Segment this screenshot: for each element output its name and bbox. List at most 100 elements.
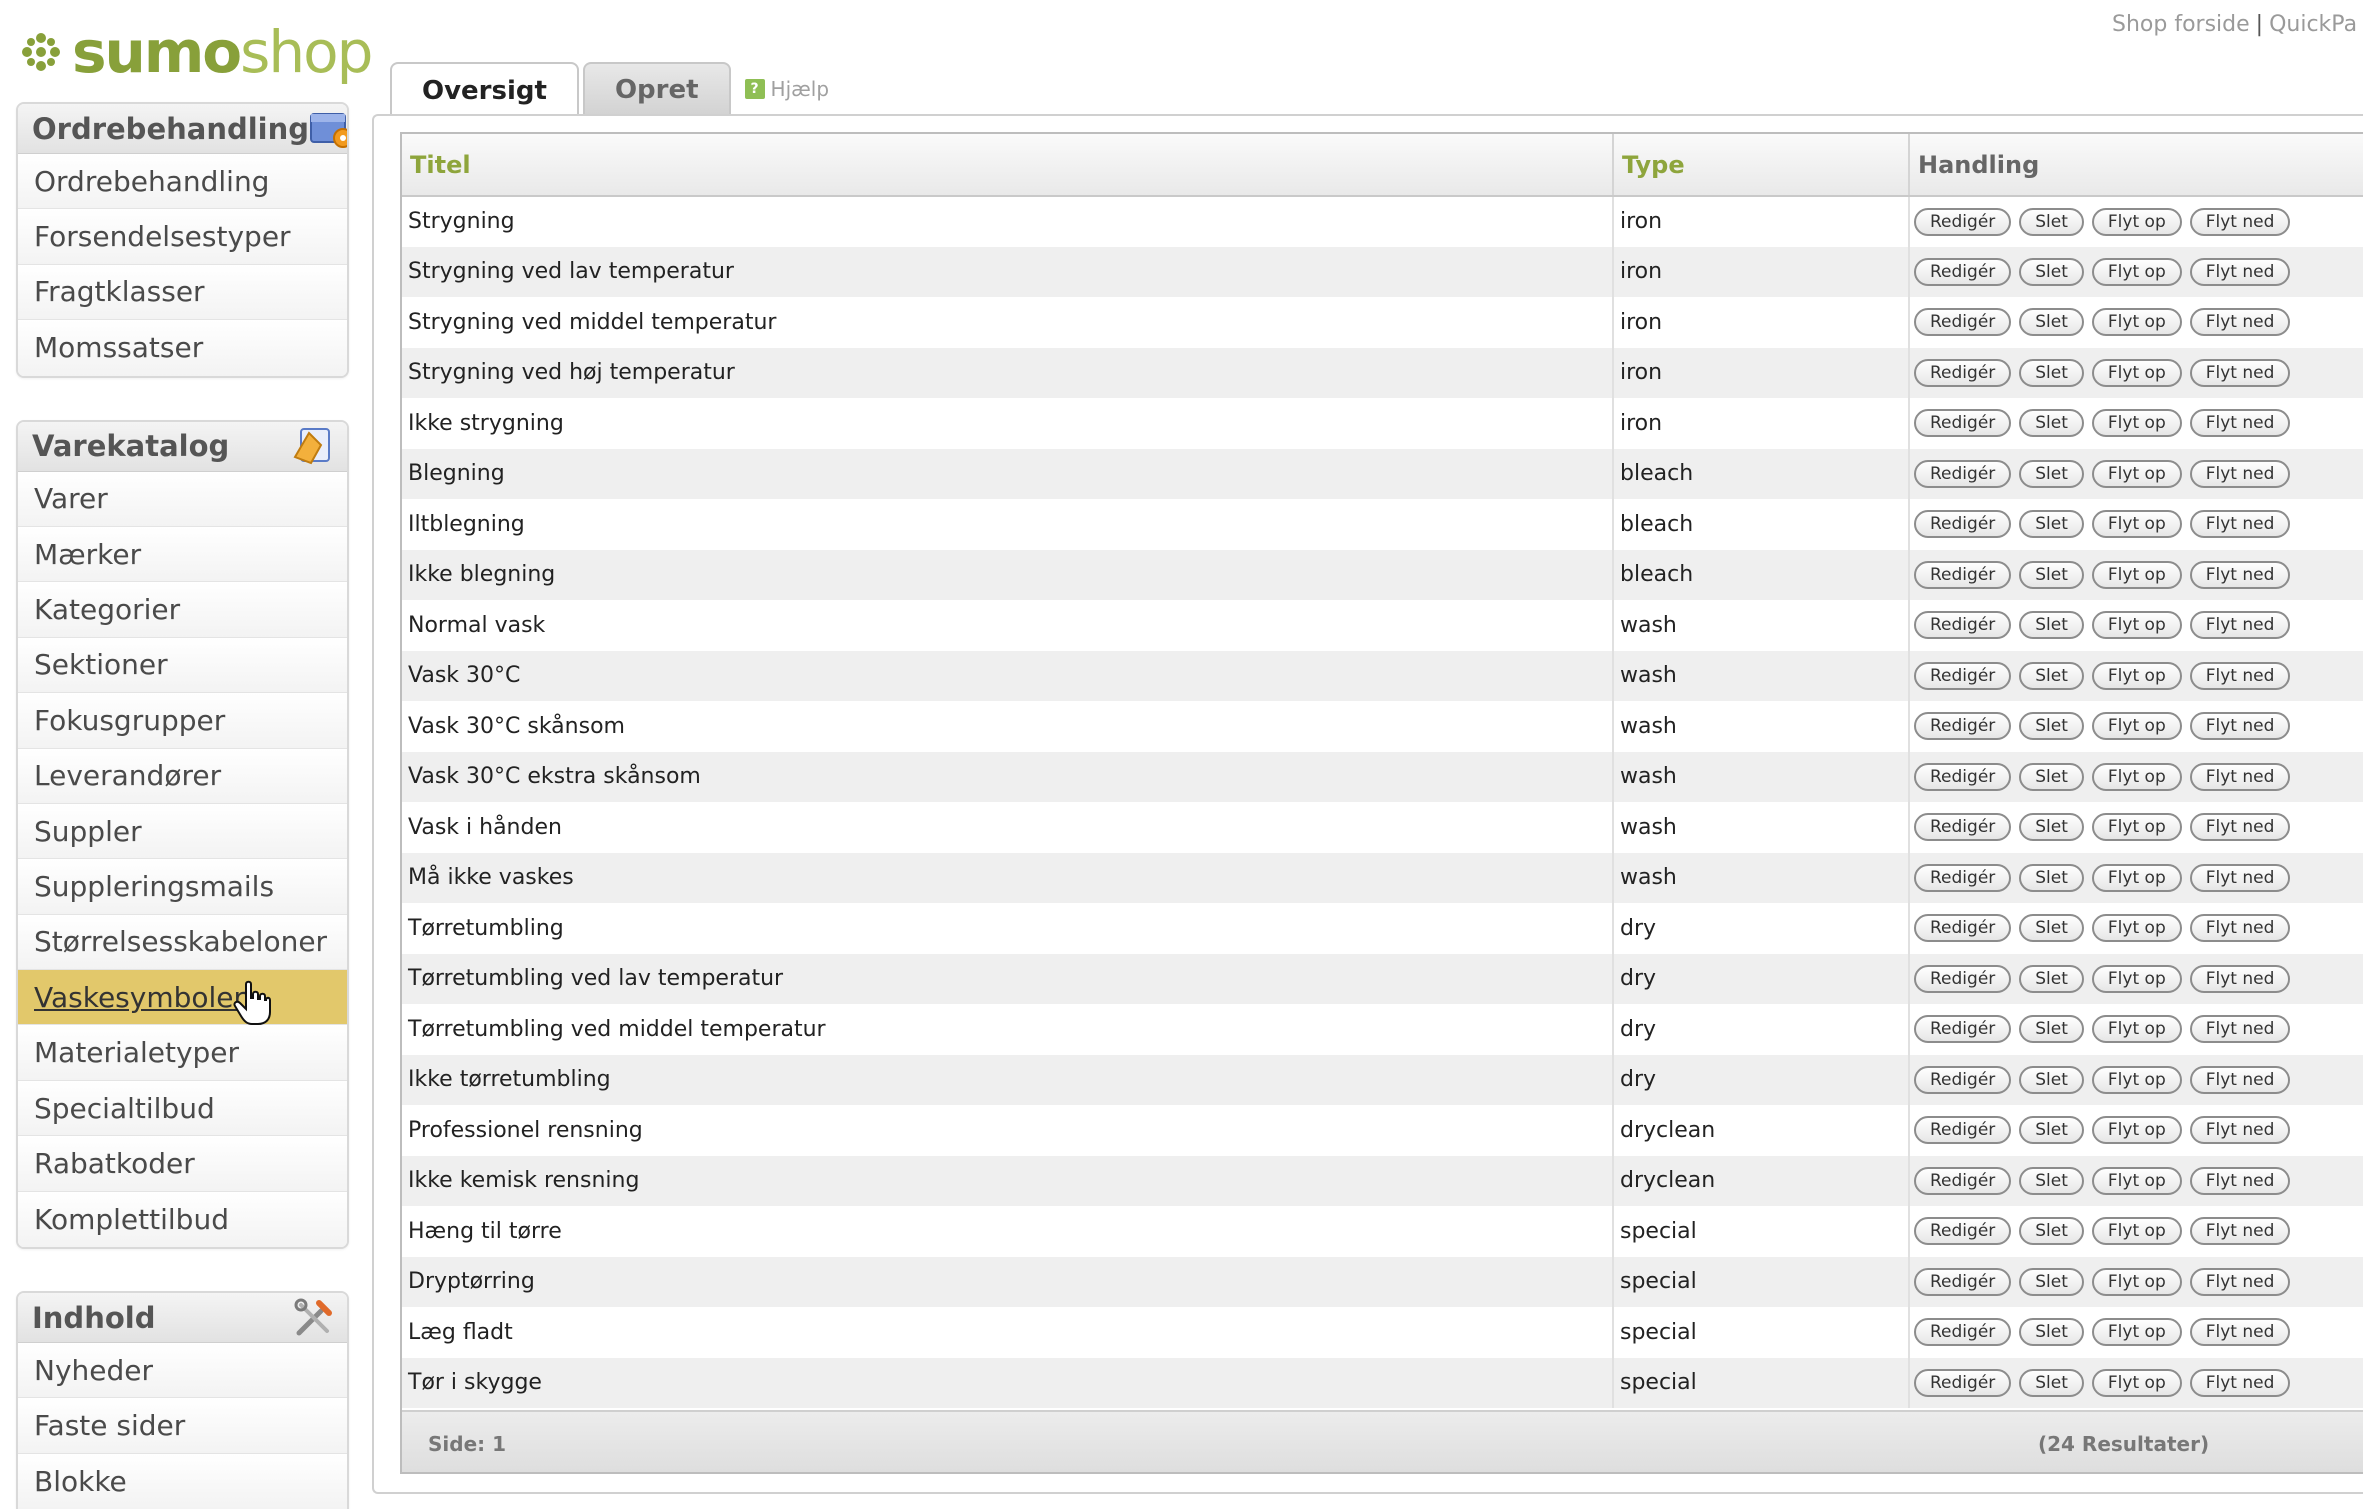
- move-up-button[interactable]: Flyt op: [2091, 1116, 2182, 1145]
- edit-button[interactable]: Redigér: [1914, 611, 2012, 640]
- delete-button[interactable]: Slet: [2019, 1166, 2084, 1195]
- move-down-button[interactable]: Flyt ned: [2189, 560, 2291, 589]
- delete-button[interactable]: Slet: [2019, 459, 2084, 488]
- sidebar-item-leverandoerer[interactable]: Leverandører: [18, 748, 347, 804]
- delete-button[interactable]: Slet: [2019, 964, 2084, 993]
- edit-button[interactable]: Redigér: [1914, 1368, 2012, 1397]
- sidebar-item-sektioner[interactable]: Sektioner: [18, 637, 347, 694]
- move-up-button[interactable]: Flyt op: [2091, 358, 2182, 387]
- edit-button[interactable]: Redigér: [1914, 257, 2012, 286]
- move-up-button[interactable]: Flyt op: [2091, 611, 2182, 640]
- move-down-button[interactable]: Flyt ned: [2189, 207, 2291, 236]
- move-down-button[interactable]: Flyt ned: [2189, 1065, 2291, 1094]
- sidebar-item-komplettilbud[interactable]: Komplettilbud: [18, 1191, 347, 1248]
- sidebar-item-kategorier[interactable]: Kategorier: [18, 582, 347, 638]
- delete-button[interactable]: Slet: [2019, 1318, 2084, 1347]
- move-down-button[interactable]: Flyt ned: [2189, 762, 2291, 791]
- column-header-type[interactable]: Type: [1612, 134, 1909, 197]
- move-down-button[interactable]: Flyt ned: [2189, 1267, 2291, 1296]
- sidebar-item-fokusgrupper[interactable]: Fokusgrupper: [18, 693, 347, 749]
- move-down-button[interactable]: Flyt ned: [2189, 409, 2291, 438]
- move-up-button[interactable]: Flyt op: [2091, 560, 2182, 589]
- delete-button[interactable]: Slet: [2019, 1267, 2084, 1296]
- sidebar-item-suppleringsmails[interactable]: Suppleringsmails: [18, 859, 347, 915]
- edit-button[interactable]: Redigér: [1914, 459, 2012, 488]
- move-down-button[interactable]: Flyt ned: [2189, 358, 2291, 387]
- edit-button[interactable]: Redigér: [1914, 1116, 2012, 1145]
- edit-button[interactable]: Redigér: [1914, 1217, 2012, 1246]
- sidebar-item-varer[interactable]: Varer: [18, 471, 347, 527]
- move-down-button[interactable]: Flyt ned: [2189, 257, 2291, 286]
- sidebar-item-forsendelsestyper[interactable]: Forsendelsestyper: [18, 209, 347, 265]
- help-link[interactable]: ? Hjælp: [735, 62, 829, 116]
- edit-button[interactable]: Redigér: [1914, 1267, 2012, 1296]
- move-up-button[interactable]: Flyt op: [2091, 762, 2182, 791]
- move-down-button[interactable]: Flyt ned: [2189, 1015, 2291, 1044]
- sidebar-item-maerker[interactable]: Mærker: [18, 526, 347, 583]
- move-up-button[interactable]: Flyt op: [2091, 1368, 2182, 1397]
- move-down-button[interactable]: Flyt ned: [2189, 813, 2291, 842]
- sidebar-item-faste-sider[interactable]: Faste sider: [18, 1398, 347, 1454]
- sidebar-item-blokke[interactable]: Blokke: [18, 1453, 347, 1509]
- sidebar-item-stoerrelsesskabeloner[interactable]: Størrelsesskabeloner: [18, 914, 347, 971]
- edit-button[interactable]: Redigér: [1914, 914, 2012, 943]
- move-down-button[interactable]: Flyt ned: [2189, 1166, 2291, 1195]
- move-down-button[interactable]: Flyt ned: [2189, 510, 2291, 539]
- move-down-button[interactable]: Flyt ned: [2189, 914, 2291, 943]
- move-down-button[interactable]: Flyt ned: [2189, 459, 2291, 488]
- move-up-button[interactable]: Flyt op: [2091, 661, 2182, 690]
- sidebar-item-momssatser[interactable]: Momssatser: [18, 320, 347, 376]
- move-up-button[interactable]: Flyt op: [2091, 1318, 2182, 1347]
- move-up-button[interactable]: Flyt op: [2091, 510, 2182, 539]
- sumoshop-logo[interactable]: sumoshop: [20, 12, 373, 92]
- edit-button[interactable]: Redigér: [1914, 207, 2012, 236]
- delete-button[interactable]: Slet: [2019, 257, 2084, 286]
- sidebar-item-specialtilbud[interactable]: Specialtilbud: [18, 1080, 347, 1137]
- edit-button[interactable]: Redigér: [1914, 1065, 2012, 1094]
- column-header-titel[interactable]: Titel: [402, 134, 1613, 197]
- delete-button[interactable]: Slet: [2019, 358, 2084, 387]
- delete-button[interactable]: Slet: [2019, 510, 2084, 539]
- move-up-button[interactable]: Flyt op: [2091, 459, 2182, 488]
- edit-button[interactable]: Redigér: [1914, 409, 2012, 438]
- delete-button[interactable]: Slet: [2019, 611, 2084, 640]
- move-up-button[interactable]: Flyt op: [2091, 409, 2182, 438]
- move-down-button[interactable]: Flyt ned: [2189, 1318, 2291, 1347]
- move-down-button[interactable]: Flyt ned: [2189, 712, 2291, 741]
- delete-button[interactable]: Slet: [2019, 1065, 2084, 1094]
- move-down-button[interactable]: Flyt ned: [2189, 308, 2291, 337]
- edit-button[interactable]: Redigér: [1914, 1166, 2012, 1195]
- move-up-button[interactable]: Flyt op: [2091, 1267, 2182, 1296]
- sidebar-item-suppler[interactable]: Suppler: [18, 803, 347, 860]
- delete-button[interactable]: Slet: [2019, 1015, 2084, 1044]
- delete-button[interactable]: Slet: [2019, 914, 2084, 943]
- move-up-button[interactable]: Flyt op: [2091, 207, 2182, 236]
- edit-button[interactable]: Redigér: [1914, 560, 2012, 589]
- move-up-button[interactable]: Flyt op: [2091, 1015, 2182, 1044]
- move-up-button[interactable]: Flyt op: [2091, 257, 2182, 286]
- sidebar-item-ordrebehandling[interactable]: Ordrebehandling: [18, 154, 347, 210]
- sidebar-item-rabatkoder[interactable]: Rabatkoder: [18, 1136, 347, 1192]
- move-up-button[interactable]: Flyt op: [2091, 712, 2182, 741]
- move-up-button[interactable]: Flyt op: [2091, 1065, 2182, 1094]
- edit-button[interactable]: Redigér: [1914, 762, 2012, 791]
- delete-button[interactable]: Slet: [2019, 762, 2084, 791]
- delete-button[interactable]: Slet: [2019, 409, 2084, 438]
- move-up-button[interactable]: Flyt op: [2091, 813, 2182, 842]
- edit-button[interactable]: Redigér: [1914, 1015, 2012, 1044]
- delete-button[interactable]: Slet: [2019, 712, 2084, 741]
- tab-oversigt[interactable]: Oversigt: [390, 62, 579, 118]
- edit-button[interactable]: Redigér: [1914, 510, 2012, 539]
- move-down-button[interactable]: Flyt ned: [2189, 863, 2291, 892]
- move-up-button[interactable]: Flyt op: [2091, 863, 2182, 892]
- move-down-button[interactable]: Flyt ned: [2189, 1368, 2291, 1397]
- edit-button[interactable]: Redigér: [1914, 308, 2012, 337]
- sidebar-item-materialetyper[interactable]: Materialetyper: [18, 1025, 347, 1081]
- move-down-button[interactable]: Flyt ned: [2189, 1217, 2291, 1246]
- delete-button[interactable]: Slet: [2019, 308, 2084, 337]
- move-down-button[interactable]: Flyt ned: [2189, 661, 2291, 690]
- edit-button[interactable]: Redigér: [1914, 1318, 2012, 1347]
- tab-opret[interactable]: Opret: [582, 62, 731, 116]
- move-up-button[interactable]: Flyt op: [2091, 914, 2182, 943]
- delete-button[interactable]: Slet: [2019, 813, 2084, 842]
